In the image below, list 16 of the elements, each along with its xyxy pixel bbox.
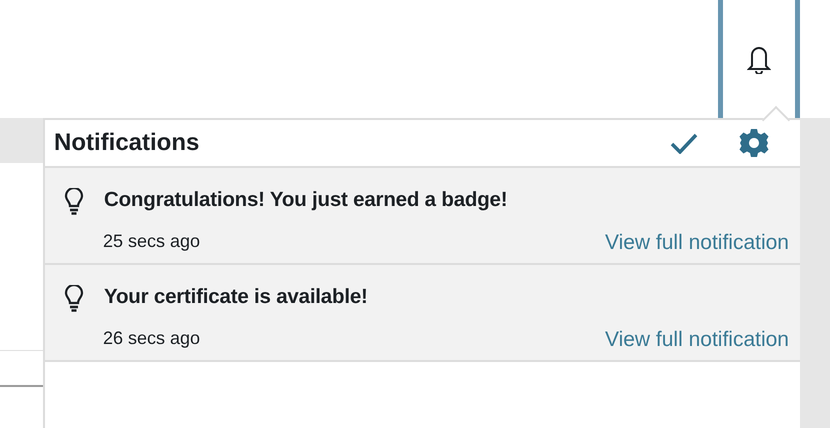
- notification-time: 25 secs ago: [103, 231, 202, 253]
- lightbulb-icon: [64, 285, 84, 313]
- notification-message: Congratulations! You just earned a badge!: [104, 188, 508, 213]
- settings-icon: [738, 127, 770, 159]
- view-notification-link[interactable]: View full notification: [604, 231, 789, 255]
- popover-title: Notifications: [54, 129, 200, 157]
- checkmark-icon: [670, 132, 698, 154]
- notification-time: 26 secs ago: [103, 328, 202, 350]
- bell-icon: [747, 44, 771, 74]
- view-notification-link[interactable]: View full notification: [604, 328, 789, 352]
- mark-all-read-button[interactable]: [670, 132, 698, 154]
- notification-item[interactable]: Your certificate is available! 26 secs ago View full notification: [45, 265, 800, 362]
- notification-message: Your certificate is available!: [104, 285, 369, 310]
- lightbulb-icon: [64, 188, 84, 216]
- settings-button[interactable]: [738, 127, 770, 159]
- notification-item[interactable]: Congratulations! You just earned a badge! 25 secs ago View full notification: [45, 168, 800, 265]
